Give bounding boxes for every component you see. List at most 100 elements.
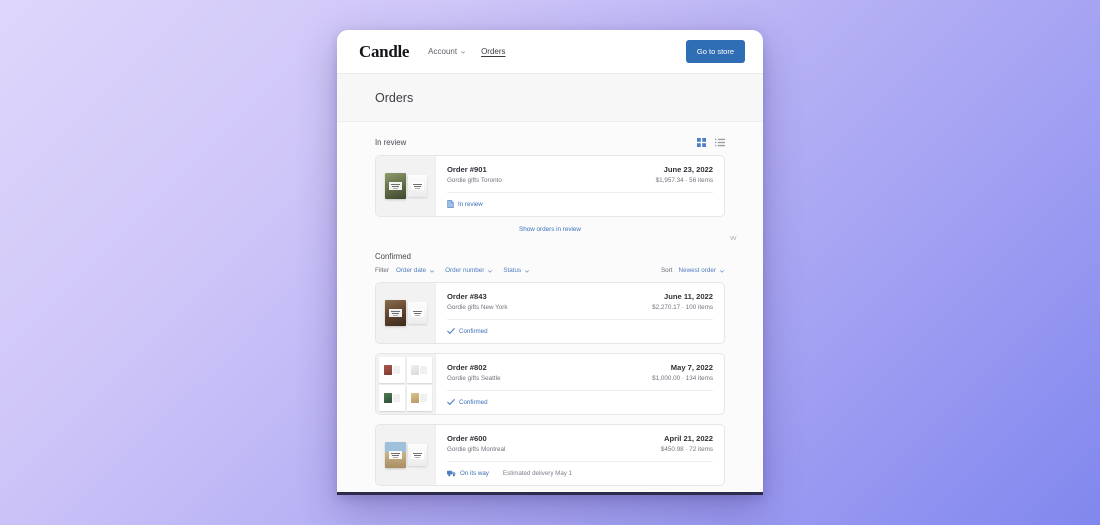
label-line <box>414 314 420 316</box>
filter-label: Filter <box>375 267 389 274</box>
order-customer: Gordie gifts Seattle <box>447 375 501 382</box>
product-jar-image <box>407 444 427 466</box>
go-to-store-button[interactable]: Go to store <box>685 40 745 63</box>
order-details: Order #901 June 23, 2022 Gordie gifts To… <box>436 156 724 216</box>
label-line <box>413 312 421 314</box>
sort-control: Sort Newest order <box>661 267 725 274</box>
label-line <box>414 456 420 458</box>
label-line <box>391 312 399 314</box>
mini-product-box <box>383 365 392 375</box>
order-card[interactable]: Order #843 June 11, 2022 Gordie gifts Ne… <box>375 282 725 344</box>
filter-chip-order-number[interactable]: Order number <box>445 267 493 274</box>
product-thumb-cell <box>406 385 432 411</box>
label-line <box>413 185 421 187</box>
label-line <box>390 310 400 312</box>
product-jar-image <box>407 302 427 324</box>
chevron-down-icon <box>461 50 466 54</box>
product-label <box>410 309 424 317</box>
nav-account-label: Account <box>428 47 458 56</box>
nav-links: Account Orders <box>428 47 505 56</box>
orders-content: In review Order #901 June 23, 2022 Gordi… <box>337 122 763 492</box>
order-number: Order #802 <box>447 363 487 372</box>
order-secondary-row: Gordie gifts Seattle $1,000.00 · 134 ite… <box>447 375 713 382</box>
order-secondary-row: Gordie gifts New York $2,270.17 · 100 it… <box>447 304 713 311</box>
order-card[interactable]: Order #600 April 21, 2022 Gordie gifts M… <box>375 424 725 486</box>
order-date: June 11, 2022 <box>664 292 713 301</box>
browser-window: Candle Account Orders Go to store Orders… <box>337 30 763 495</box>
label-line <box>392 187 398 189</box>
filter-chip-label: Status <box>503 267 522 274</box>
label-line <box>391 454 399 456</box>
order-date: May 7, 2022 <box>670 363 713 372</box>
order-status-row: In review <box>447 193 713 208</box>
chevron-down-icon <box>488 269 493 273</box>
check-icon <box>447 399 455 405</box>
label-line <box>413 454 421 456</box>
label-line <box>391 185 399 187</box>
filter-chip-label: Order number <box>445 267 485 274</box>
corner-marker: vv <box>730 235 737 242</box>
order-customer: Gordie gifts New York <box>447 304 508 311</box>
product-label <box>388 451 402 459</box>
filter-chip-order-date[interactable]: Order date <box>396 267 435 274</box>
sort-dropdown[interactable]: Newest order <box>679 267 725 274</box>
order-card[interactable]: Order #802 May 7, 2022 Gordie gifts Seat… <box>375 353 725 415</box>
label-line <box>414 187 420 189</box>
label-line <box>412 310 422 312</box>
view-toggle <box>697 138 725 147</box>
label-line <box>392 456 398 458</box>
list-view-icon[interactable] <box>715 138 725 147</box>
order-thumbnail <box>376 425 436 485</box>
section-title-in-review: In review <box>375 138 407 147</box>
status-badge: Confirmed <box>459 398 488 406</box>
order-thumbnail <box>376 283 436 343</box>
mini-product-jar <box>420 366 428 374</box>
page-header: Orders <box>337 74 763 122</box>
label-line <box>412 452 422 454</box>
truck-icon <box>447 470 456 477</box>
product-thumb-cell <box>379 357 405 383</box>
order-status-row: Confirmed <box>447 320 713 335</box>
order-date: June 23, 2022 <box>663 165 713 174</box>
section-header-in-review: In review <box>375 138 725 147</box>
label-line <box>412 183 422 185</box>
mini-product-box <box>411 393 420 403</box>
chevron-down-icon <box>525 269 530 273</box>
section-header-confirmed: Confirmed <box>375 252 725 261</box>
order-amount: $2,270.17 · 100 items <box>652 304 713 311</box>
order-primary-row: Order #802 May 7, 2022 <box>447 363 713 372</box>
mini-product-jar <box>392 394 400 402</box>
mini-product-jar <box>392 366 400 374</box>
product-label <box>388 309 402 317</box>
product-box-image <box>384 300 406 326</box>
order-primary-row: Order #843 June 11, 2022 <box>447 292 713 301</box>
show-orders-in-review-link[interactable]: Show orders in review <box>375 226 725 233</box>
order-number: Order #600 <box>447 434 487 443</box>
brand-logo[interactable]: Candle <box>359 42 409 62</box>
nav-item-orders[interactable]: Orders <box>481 47 505 56</box>
order-date: April 21, 2022 <box>664 434 713 443</box>
filter-bar: Filter Order date Order number Status So… <box>375 267 725 274</box>
product-image-grid <box>376 354 435 414</box>
filter-chip-status[interactable]: Status <box>503 267 530 274</box>
order-number: Order #901 <box>447 165 487 174</box>
order-amount: $450.98 · 72 items <box>660 446 713 453</box>
filter-chip-label: Order date <box>396 267 427 274</box>
sort-value: Newest order <box>678 267 716 274</box>
grid-view-icon[interactable] <box>697 138 706 147</box>
delivery-estimate: Estimated delivery May 1 <box>502 469 573 477</box>
order-details: Order #843 June 11, 2022 Gordie gifts Ne… <box>436 283 724 343</box>
product-box-image <box>384 173 406 199</box>
product-box-image <box>384 442 406 468</box>
nav-item-account[interactable]: Account <box>428 47 466 56</box>
status-badge: In review <box>458 200 483 208</box>
order-card[interactable]: Order #901 June 23, 2022 Gordie gifts To… <box>375 155 725 217</box>
order-status-row: On its way Estimated delivery May 1 <box>447 462 713 477</box>
product-thumb-cell <box>379 385 405 411</box>
mini-product-jar <box>420 394 428 402</box>
order-amount: $1,957.34 · 56 items <box>655 177 713 184</box>
product-jar-image <box>407 175 427 197</box>
order-primary-row: Order #901 June 23, 2022 <box>447 165 713 174</box>
check-icon <box>447 328 455 334</box>
sort-label: Sort <box>660 267 673 274</box>
